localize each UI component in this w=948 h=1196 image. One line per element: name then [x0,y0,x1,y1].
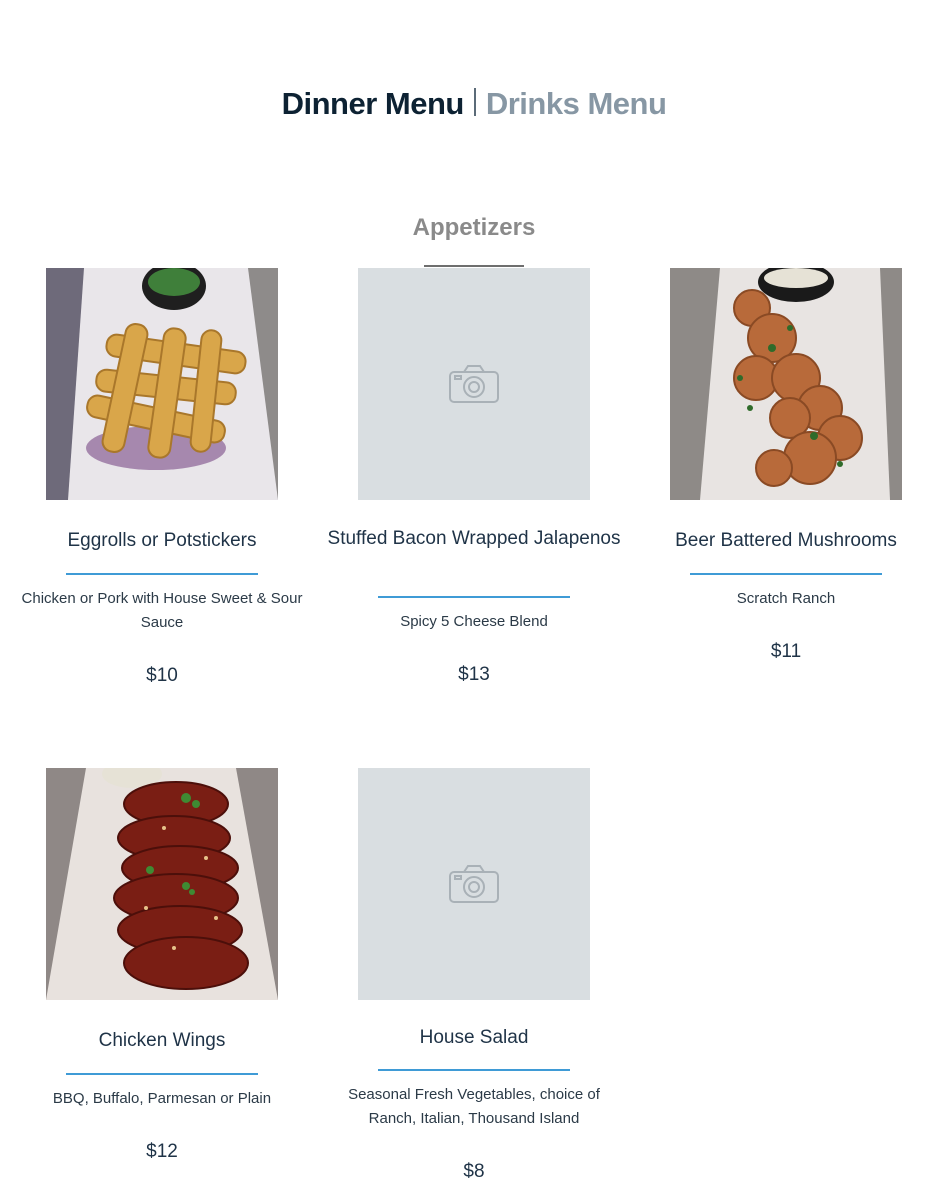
item-name: Eggrolls or Potstickers [67,530,257,551]
item-description: Chicken or Pork with House Sweet & Sour … [21,590,303,631]
item-divider [66,573,258,575]
item-divider [378,596,570,598]
mushrooms-photo [670,268,902,500]
eggrolls-photo [46,268,278,500]
item-description: BBQ, Buffalo, Parmesan or Plain [52,1090,272,1107]
item-divider [66,1073,258,1075]
tab-drinks-menu[interactable]: Drinks Menu [486,86,667,122]
image-placeholder [358,768,590,1000]
item-price: $8 [463,1161,485,1182]
section-underline [424,265,524,267]
item-price: $12 [146,1141,178,1162]
item-name: Chicken Wings [98,1030,226,1051]
tab-separator [473,87,476,116]
item-price: $13 [458,664,490,685]
menu-tabs: Dinner Menu Drinks Menu [0,84,948,122]
item-price: $11 [770,641,802,662]
item-divider [690,573,882,575]
camera-placeholder-icon [449,865,499,903]
camera-placeholder-icon [449,365,499,403]
item-description: Spicy 5 Cheese Blend [400,613,548,630]
item-description: Scratch Ranch [736,590,836,607]
item-name: Stuffed Bacon Wrapped Jalapenos [327,528,621,549]
item-price: $10 [146,665,178,686]
item-divider [378,1069,570,1071]
tab-dinner-menu[interactable]: Dinner Menu [282,86,465,122]
item-name: House Salad [419,1027,529,1048]
item-name: Beer Battered Mushrooms [675,530,897,551]
section-title: Appetizers [412,214,536,241]
item-description: Seasonal Fresh Vegetables, choice of Ran… [348,1086,600,1127]
wings-photo [46,768,278,1000]
image-placeholder [358,268,590,500]
